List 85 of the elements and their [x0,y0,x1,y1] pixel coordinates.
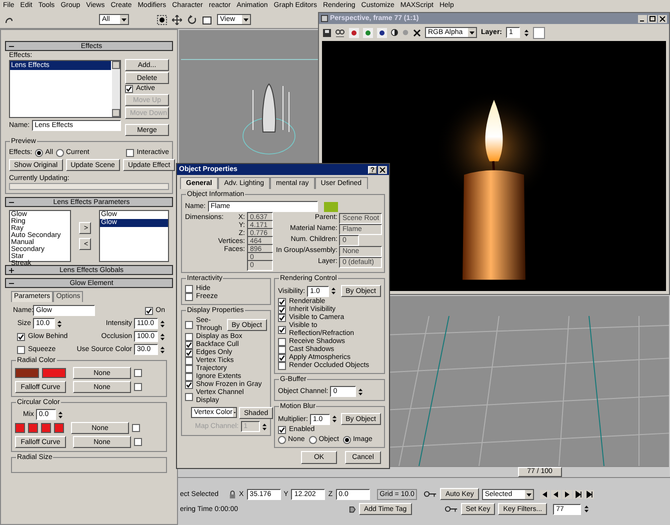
spinner-icon[interactable] [262,422,267,432]
channel-toggle-icon[interactable] [377,28,387,38]
color-swatch[interactable] [54,423,64,433]
caret-icon [120,15,128,24]
checkbox[interactable] [185,285,193,293]
key-icon[interactable] [424,490,438,498]
checkbox[interactable] [185,341,193,349]
play-icon[interactable] [562,490,572,498]
checkbox[interactable] [278,338,286,346]
previous-icon[interactable] [550,490,561,498]
color-swatch[interactable] [533,26,546,38]
app-icon [321,15,328,22]
checkbox[interactable] [132,424,140,432]
select-icon[interactable] [157,14,167,24]
spinner-icon[interactable] [524,28,530,38]
spinner-icon[interactable] [584,504,590,514]
next-icon[interactable] [572,490,583,498]
checkbox[interactable] [278,314,286,322]
radio-button[interactable] [342,436,351,444]
checkbox[interactable] [278,362,286,370]
minus-icon [9,44,14,48]
caret-icon [232,408,236,417]
checkbox[interactable] [125,85,133,93]
close-icon[interactable] [378,166,387,174]
spinner-icon[interactable] [160,344,165,354]
minus-icon [9,200,14,204]
clone-icon[interactable] [335,28,345,36]
checkbox[interactable] [278,326,286,334]
checkbox[interactable] [134,438,142,446]
rotate-icon[interactable] [187,14,197,24]
checkbox[interactable] [278,298,286,306]
checkbox[interactable] [185,381,193,389]
caret-icon [468,28,476,37]
previous-icon[interactable] [540,490,550,498]
channel-toggle-icon[interactable] [363,28,373,38]
scale-icon[interactable] [202,14,212,24]
color-swatch[interactable] [15,368,39,378]
save-icon[interactable] [323,28,331,36]
color-swatch[interactable] [15,423,25,433]
checkbox[interactable] [144,306,153,314]
radio-button[interactable] [308,436,317,444]
close-icon[interactable] [658,14,667,22]
spinner-icon[interactable] [160,318,165,328]
radio-button[interactable] [35,148,44,156]
checkbox[interactable] [185,333,193,341]
checkbox[interactable] [185,373,193,381]
move-icon[interactable] [172,14,182,24]
checkbox[interactable] [17,332,25,340]
checkbox[interactable] [278,426,286,434]
spinner-icon[interactable] [160,332,165,342]
half-circle-icon[interactable] [391,29,398,36]
checkbox[interactable] [278,354,286,362]
lock-icon[interactable] [229,490,236,498]
caret-icon [242,15,250,24]
plus-icon [9,268,14,272]
minimize-icon[interactable] [638,14,647,22]
radio-button[interactable] [278,436,286,444]
color-swatch[interactable] [324,202,338,212]
checkbox[interactable] [17,346,25,354]
dot-icon[interactable] [402,29,409,36]
color-swatch[interactable] [28,423,38,433]
color-swatch[interactable] [41,423,51,433]
caret-icon [524,490,533,498]
checkbox[interactable] [126,148,134,156]
maximize-icon[interactable] [648,14,657,22]
checkbox[interactable] [185,293,193,301]
checkbox[interactable] [278,346,286,354]
scrollbar-drawing[interactable] [112,61,120,117]
checkbox[interactable] [134,369,142,377]
radio-button[interactable] [56,148,64,156]
close-icon[interactable] [413,28,421,36]
color-swatch[interactable] [42,368,66,378]
minus-icon [9,280,14,286]
next-icon[interactable] [584,490,594,498]
checkbox[interactable] [278,306,286,314]
checkbox[interactable] [185,349,193,357]
checkbox[interactable] [134,383,142,391]
checkbox[interactable] [185,393,193,401]
tag-icon[interactable] [349,506,356,512]
checkbox[interactable] [185,357,193,365]
channel-toggle-icon[interactable] [349,28,359,38]
checkbox[interactable] [185,365,193,373]
spinner-icon[interactable] [57,318,62,328]
checkbox[interactable] [185,321,193,329]
key-icon[interactable] [444,505,458,513]
